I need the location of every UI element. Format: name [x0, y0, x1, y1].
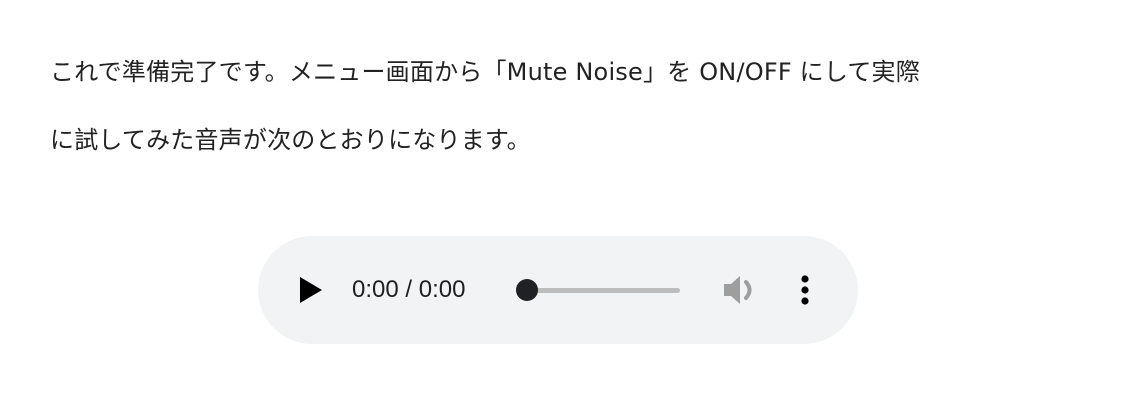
paragraph-line-1: これで準備完了です。メニュー画面から「Mute Noise」を ON/OFF に…	[50, 58, 920, 86]
audio-player: 0:00 / 0:00	[258, 236, 858, 344]
volume-icon	[724, 276, 752, 304]
play-button[interactable]	[294, 273, 326, 307]
paragraph-line-2: に試してみた音声が次のとおりになります。	[50, 126, 531, 154]
seek-slider[interactable]	[516, 278, 680, 302]
seek-track	[524, 288, 680, 293]
seek-thumb[interactable]	[516, 279, 538, 301]
article-paragraph: これで準備完了です。メニュー画面から「Mute Noise」を ON/OFF に…	[50, 38, 1070, 174]
more-options-button[interactable]	[794, 272, 816, 308]
more-vert-icon	[801, 275, 809, 305]
play-icon	[300, 277, 322, 303]
volume-button[interactable]	[720, 272, 762, 308]
time-display: 0:00 / 0:00	[352, 276, 466, 303]
